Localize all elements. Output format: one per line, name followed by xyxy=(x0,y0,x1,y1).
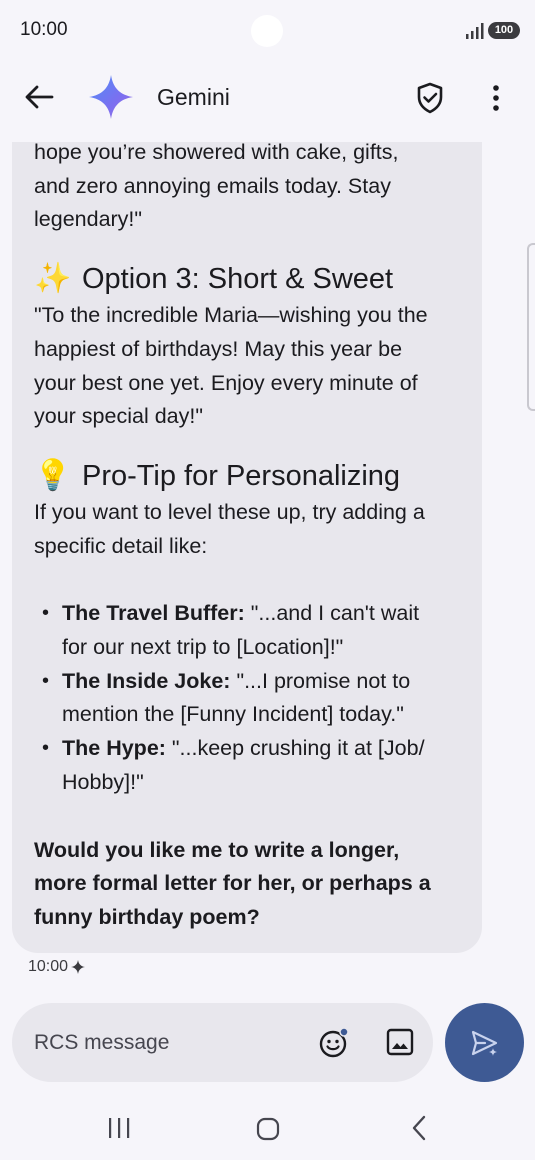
gallery-icon[interactable] xyxy=(385,1027,415,1057)
list-item: The Travel Buffer: "...and I can't wait … xyxy=(34,597,464,664)
send-button[interactable] xyxy=(445,1003,524,1082)
back-arrow-icon[interactable] xyxy=(22,82,56,112)
list-item: The Hype: "...keep crushing it at [Job/ … xyxy=(34,732,464,799)
ai-sparkle-icon xyxy=(71,960,86,974)
protip-paragraph: If you want to level these up, try addin… xyxy=(34,499,425,558)
closing-question: Would you like me to write a longer, mor… xyxy=(34,837,431,929)
message-content: hope you’re showered with cake, gifts, a… xyxy=(34,142,464,935)
nav-back-icon[interactable] xyxy=(408,1114,430,1142)
message-input[interactable] xyxy=(34,1027,304,1059)
tips-list: The Travel Buffer: "...and I can't wait … xyxy=(34,597,464,799)
shield-check-icon[interactable] xyxy=(413,80,447,116)
list-item: The Inside Joke: "...I promise not to me… xyxy=(34,665,464,732)
emoji-icon[interactable] xyxy=(318,1027,350,1059)
scrollbar[interactable] xyxy=(527,243,535,411)
gemini-sparkle-icon xyxy=(89,75,133,119)
more-options-icon[interactable] xyxy=(484,80,508,116)
battery-indicator: 100 xyxy=(488,22,520,39)
status-bar: 10:00 100 xyxy=(0,0,535,62)
app-title: Gemini xyxy=(157,84,230,110)
home-icon[interactable] xyxy=(255,1116,281,1142)
system-nav-bar xyxy=(0,1100,535,1160)
message-timestamp: 10:00 xyxy=(28,958,86,976)
status-time: 10:00 xyxy=(20,19,68,40)
message-bubble: hope you’re showered with cake, gifts, a… xyxy=(12,142,482,953)
option3-paragraph: "To the incredible Maria—wishing you the… xyxy=(34,303,428,429)
compose-bar xyxy=(12,1003,433,1082)
sparkles-icon: ✨ xyxy=(34,262,72,296)
option3-heading: ✨ Option 3: Short & Sweet xyxy=(34,262,394,296)
camera-cutout xyxy=(251,15,283,47)
send-icon xyxy=(471,1030,498,1056)
lightbulb-icon: 💡 xyxy=(34,458,72,492)
protip-heading: 💡 Pro-Tip for Personalizing xyxy=(34,458,401,492)
app-bar: Gemini xyxy=(0,62,535,134)
recent-apps-icon[interactable] xyxy=(106,1116,132,1140)
intro-paragraph: hope you’re showered with cake, gifts, a… xyxy=(34,142,399,232)
signal-icon xyxy=(466,23,484,39)
